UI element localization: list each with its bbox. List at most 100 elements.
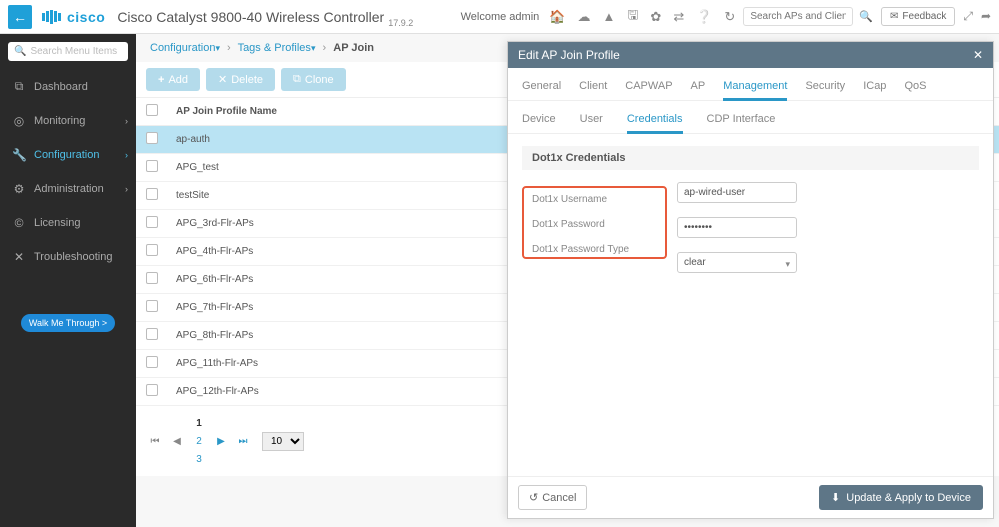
product-version: 17.9.2 (388, 18, 413, 28)
pager-page[interactable]: 1 (190, 414, 208, 432)
sidebar-item-label: Troubleshooting (34, 251, 112, 263)
dot1x-username-input[interactable] (677, 182, 797, 203)
tab-capwap[interactable]: CAPWAP (625, 76, 672, 100)
tab-security[interactable]: Security (805, 76, 845, 100)
cancel-label: Cancel (542, 492, 576, 504)
mail-icon: ✉ (890, 11, 898, 22)
feedback-button[interactable]: ✉ Feedback (881, 7, 955, 26)
gear-icon[interactable]: ✿ (650, 9, 661, 25)
clone-button[interactable]: ⧉Clone (281, 68, 346, 91)
row-checkbox[interactable] (146, 272, 158, 284)
cancel-button[interactable]: ↺ Cancel (518, 485, 587, 510)
cisco-logo: cisco (42, 9, 105, 25)
chevron-down-icon: ▾ (785, 259, 790, 270)
add-button[interactable]: +Add (146, 68, 200, 91)
pager-next[interactable]: ▶ (212, 432, 230, 450)
apply-button[interactable]: ⬇ Update & Apply to Device (819, 485, 983, 510)
walk-me-through-button[interactable]: Walk Me Through > (21, 314, 115, 332)
save-icon[interactable]: 🖫 (627, 6, 638, 28)
clone-label: Clone (305, 74, 334, 86)
sidebar-item-label: Configuration (34, 149, 99, 161)
dashboard-icon: ⧉ (12, 79, 26, 94)
dot1x-password-label: Dot1x Password (532, 219, 657, 230)
row-checkbox[interactable] (146, 244, 158, 256)
row-checkbox[interactable] (146, 160, 158, 172)
row-checkbox[interactable] (146, 132, 158, 144)
tab-qos[interactable]: QoS (904, 76, 926, 100)
panel-header: Edit AP Join Profile ✕ (508, 42, 993, 68)
search-icon: 🔍 (14, 46, 26, 57)
logout-icon[interactable]: ➦ (981, 9, 991, 24)
row-checkbox[interactable] (146, 356, 158, 368)
download-icon: ⬇ (831, 491, 840, 504)
tab-management[interactable]: Management (723, 76, 787, 100)
row-checkbox[interactable] (146, 188, 158, 200)
dot1x-password-input[interactable] (677, 217, 797, 238)
sync-icon[interactable]: ⇄ (673, 9, 684, 25)
row-checkbox[interactable] (146, 328, 158, 340)
chevron-right-icon: › (125, 116, 128, 126)
feedback-label: Feedback (902, 11, 946, 22)
breadcrumb-mid[interactable]: Tags & Profiles (238, 42, 311, 54)
dot1x-password-type-label: Dot1x Password Type (532, 244, 657, 255)
pager-page[interactable]: 2 (190, 432, 208, 450)
header-icon-group: 🏠 ☁ ▲ 🖫 ✿ ⇄ ❔ ↻ (549, 6, 735, 28)
select-all-checkbox[interactable] (146, 104, 158, 116)
sidebar-search[interactable]: 🔍 Search Menu Items (8, 42, 128, 61)
top-header: ← cisco Cisco Catalyst 9800-40 Wireless … (0, 0, 999, 34)
licensing-icon: © (12, 216, 26, 230)
tab-ap[interactable]: AP (691, 76, 706, 100)
back-button[interactable]: ← (8, 5, 32, 29)
administration-icon: ⚙ (12, 182, 26, 196)
pager-first[interactable]: ⏮ (146, 432, 164, 450)
delete-label: Delete (231, 74, 263, 86)
sidebar-item-label: Licensing (34, 217, 80, 229)
dot1x-password-type-value: clear (684, 257, 706, 268)
breadcrumb-root[interactable]: Configuration (150, 42, 215, 54)
search-icon[interactable]: 🔍 (859, 10, 873, 23)
monitoring-icon: ◎ (12, 114, 26, 128)
tab-general[interactable]: General (522, 76, 561, 100)
breadcrumb-current: AP Join (333, 42, 374, 54)
global-search-input[interactable] (743, 7, 853, 26)
expand-icon[interactable]: ⤢ (963, 9, 973, 24)
dot1x-password-type-select[interactable]: clear ▾ (677, 252, 797, 273)
pager-page[interactable]: 3 (190, 450, 208, 468)
sidebar-item-configuration[interactable]: 🔧Configuration› (0, 138, 136, 172)
cloud-icon[interactable]: ☁ (577, 9, 590, 25)
row-checkbox[interactable] (146, 300, 158, 312)
sidebar-item-dashboard[interactable]: ⧉ Dashboard (0, 69, 136, 104)
subtab-credentials[interactable]: Credentials (627, 109, 683, 133)
tab-client[interactable]: Client (579, 76, 607, 100)
sidebar-item-troubleshooting[interactable]: ✕Troubleshooting (0, 240, 136, 274)
welcome-text: Welcome admin (461, 11, 540, 23)
help-icon[interactable]: ❔ (696, 9, 712, 25)
refresh-icon[interactable]: ↻ (724, 9, 735, 25)
alert-icon[interactable]: ▲ (602, 9, 615, 24)
sidebar-item-label: Monitoring (34, 115, 85, 127)
apply-label: Update & Apply to Device (846, 492, 971, 504)
subtab-device[interactable]: Device (522, 109, 556, 133)
home-icon[interactable]: 🏠 (549, 9, 565, 25)
panel-body: Dot1x Credentials Dot1x Username Dot1x P… (508, 134, 993, 476)
tab-icap[interactable]: ICap (863, 76, 886, 100)
close-icon[interactable]: ✕ (973, 48, 983, 62)
pager-last[interactable]: ⏭ (234, 432, 252, 450)
page-size-select[interactable]: 10 (262, 432, 304, 451)
chevron-right-icon: › (125, 184, 128, 194)
chevron-right-icon: › (125, 150, 128, 160)
sidebar-item-label: Dashboard (34, 81, 88, 93)
pager-prev[interactable]: ◀ (168, 432, 186, 450)
sidebar-item-monitoring[interactable]: ◎ Monitoring › (0, 104, 136, 138)
subtab-user[interactable]: User (580, 109, 603, 133)
row-checkbox[interactable] (146, 384, 158, 396)
panel-subtab-row: Device User Credentials CDP Interface (508, 101, 993, 134)
delete-button[interactable]: ✕Delete (206, 68, 275, 91)
sidebar-item-licensing[interactable]: © Licensing (0, 206, 136, 240)
dot1x-username-label: Dot1x Username (532, 194, 657, 205)
panel-title: Edit AP Join Profile (518, 48, 620, 62)
add-label: Add (168, 74, 188, 86)
row-checkbox[interactable] (146, 216, 158, 228)
subtab-cdp-interface[interactable]: CDP Interface (707, 109, 776, 133)
sidebar-item-administration[interactable]: ⚙Administration› (0, 172, 136, 206)
